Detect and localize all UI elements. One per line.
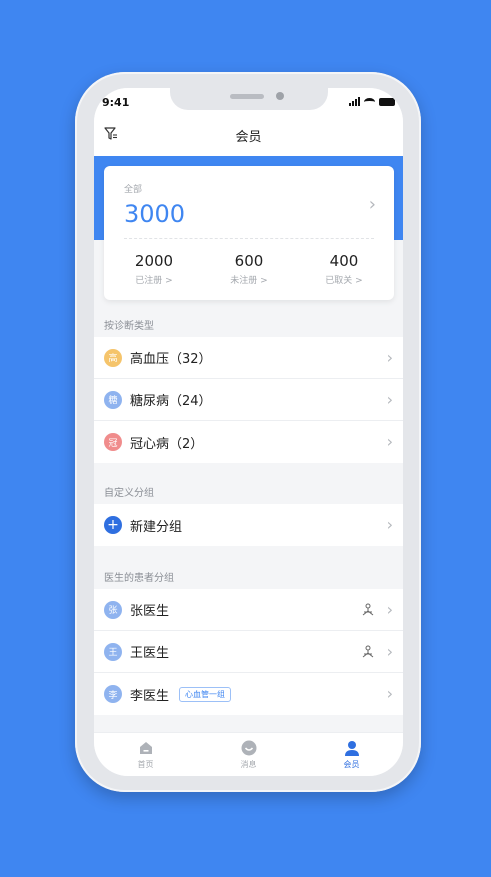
status-bar: 9:41 — [94, 88, 403, 116]
list-item-label: 冠心病（2） — [130, 436, 204, 452]
stat-unfollowed[interactable]: 400 已取关 > — [299, 252, 389, 286]
summary-card: 全部 3000 › 2000 已注册 > 600 未注册 > 400 已取关 > — [104, 166, 394, 300]
card-divider — [124, 238, 374, 239]
section-title-diagnosis: 按诊断类型 — [104, 321, 154, 332]
tab-bar: 首页 消息 会员 — [94, 732, 403, 776]
camera-icon — [276, 92, 284, 100]
list-item-label: 李医生 — [130, 688, 170, 704]
message-icon — [241, 740, 256, 756]
custom-group-list: + 新建分组 › — [94, 504, 403, 546]
total-label: 全部 — [124, 185, 143, 195]
list-item-label: 张医生 — [130, 604, 170, 619]
avatar: 张 — [104, 600, 122, 619]
list-item-doctor-wang[interactable]: 王 王医生 › — [94, 631, 403, 673]
list-item-diabetes[interactable]: 糖 糖尿病（24） › — [94, 379, 403, 421]
chevron-right-icon: › — [386, 684, 393, 703]
list-item-doctor-zhang[interactable]: 张 张医生 › — [94, 589, 403, 631]
nav-bar: 会员 — [94, 116, 403, 156]
avatar: 李 — [104, 685, 122, 703]
chevron-right-icon: › — [386, 390, 393, 409]
list-item-label: 王医生 — [130, 646, 170, 661]
wifi-icon — [364, 98, 375, 106]
diagnosis-list: 高 高血压（32） › 糖 糖尿病（24） › 冠 冠心病（2） › — [94, 337, 403, 463]
page-title: 会员 — [235, 130, 262, 145]
list-item-coronary[interactable]: 冠 冠心病（2） › — [94, 421, 403, 463]
tab-label: 消息 — [240, 760, 257, 769]
stat-value: 600 — [234, 252, 264, 270]
avatar: 糖 — [104, 390, 122, 409]
tab-members[interactable]: 会员 — [300, 733, 403, 776]
stat-label: 已注册 > — [135, 276, 173, 286]
battery-icon — [379, 98, 395, 106]
total-value: 3000 — [124, 200, 186, 228]
plus-icon: + — [104, 516, 122, 534]
chevron-right-icon: › — [368, 194, 376, 215]
chevron-right-icon: › — [386, 432, 393, 451]
notch — [170, 88, 328, 110]
chevron-right-icon: › — [386, 515, 393, 534]
list-item-label: 糖尿病（24） — [130, 394, 212, 409]
stat-unregistered[interactable]: 600 未注册 > — [204, 252, 294, 286]
list-item-doctor-li[interactable]: 李 李医生 心血管一组 › — [94, 673, 403, 715]
signal-icon — [349, 97, 360, 106]
hierarchy-icon[interactable] — [361, 603, 375, 617]
chevron-right-icon: › — [386, 642, 393, 661]
group-tag: 心血管一组 — [179, 686, 232, 702]
section-title-doctor: 医生的患者分组 — [104, 573, 174, 584]
stat-label: 未注册 > — [230, 276, 268, 286]
avatar: 王 — [104, 642, 122, 661]
status-time: 9:41 — [102, 96, 130, 109]
status-icons — [349, 97, 395, 106]
app-screen: 9:41 会员 全部 3000 › 2000 已注册 > 600 未注册 > 4… — [94, 88, 403, 776]
stat-value: 2000 — [134, 252, 174, 270]
stat-value: 400 — [329, 252, 359, 270]
speaker-icon — [230, 94, 264, 99]
tab-messages[interactable]: 消息 — [197, 733, 300, 776]
hierarchy-icon[interactable] — [361, 645, 375, 659]
avatar: 高 — [104, 348, 122, 367]
list-item-label: 高血压（32） — [130, 352, 212, 367]
section-title-custom: 自定义分组 — [104, 488, 154, 499]
avatar: 冠 — [104, 433, 122, 451]
list-item-label: 新建分组 — [130, 519, 183, 535]
member-icon — [344, 741, 359, 756]
stat-registered[interactable]: 2000 已注册 > — [109, 252, 199, 286]
home-icon — [139, 742, 152, 754]
new-group-button[interactable]: + 新建分组 › — [94, 504, 403, 546]
tab-label: 首页 — [137, 760, 154, 769]
list-item-hypertension[interactable]: 高 高血压（32） › — [94, 337, 403, 379]
doctor-group-list: 张 张医生 › 王 王医生 › 李 李医生 心血管一组 › — [94, 589, 403, 715]
chevron-right-icon: › — [386, 600, 393, 619]
tab-home[interactable]: 首页 — [94, 733, 197, 776]
chevron-right-icon: › — [386, 348, 393, 367]
stat-label: 已取关 > — [325, 276, 363, 286]
tab-label: 会员 — [343, 760, 360, 769]
